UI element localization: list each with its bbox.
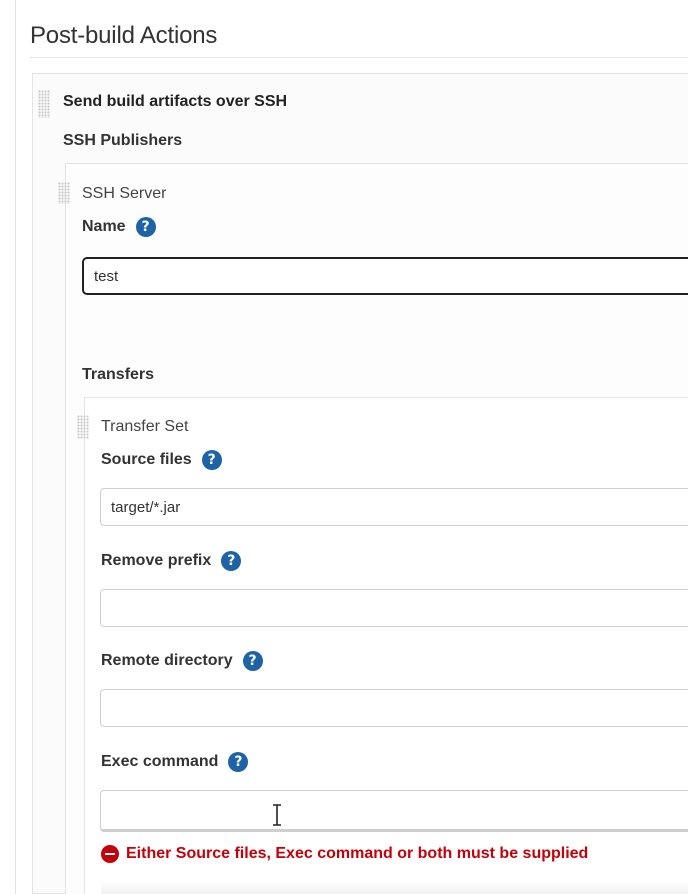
- validation-error: Either Source files, Exec command or bot…: [101, 845, 588, 863]
- source-files-label: Source files ?: [101, 450, 222, 470]
- remote-directory-label: Remote directory ?: [101, 651, 263, 671]
- name-label: Name ?: [82, 217, 156, 237]
- error-message: Either Source files, Exec command or bot…: [126, 845, 589, 862]
- exec-command-label: Exec command ?: [101, 752, 249, 772]
- exec-command-input[interactable]: [100, 790, 688, 832]
- name-label-text: Name: [82, 218, 126, 235]
- drag-handle-icon[interactable]: [38, 90, 50, 118]
- ssh-server-label: SSH Server: [82, 185, 167, 202]
- help-icon[interactable]: ?: [242, 651, 263, 671]
- remove-prefix-input[interactable]: [100, 589, 688, 627]
- help-icon[interactable]: ?: [221, 551, 242, 571]
- transfer-set-label: Transfer Set: [101, 418, 189, 435]
- drag-handle-icon[interactable]: [58, 182, 70, 204]
- remote-directory-input[interactable]: [100, 689, 688, 727]
- text-cursor-icon: [273, 804, 281, 826]
- exec-command-label-text: Exec command: [101, 753, 219, 770]
- source-files-input[interactable]: [100, 488, 688, 526]
- transfers-label: Transfers: [82, 366, 155, 383]
- help-icon[interactable]: ?: [201, 450, 222, 470]
- section-title: Post-build Actions: [30, 22, 218, 49]
- section-divider: [30, 57, 688, 58]
- error-icon: [101, 845, 119, 863]
- post-build-actions-page: Post-build Actions Send build artifacts …: [0, 0, 688, 894]
- remove-prefix-label: Remove prefix ?: [101, 551, 242, 571]
- publisher-heading: Send build artifacts over SSH: [63, 93, 288, 110]
- left-divider: [15, 0, 16, 894]
- remove-prefix-label-text: Remove prefix: [101, 552, 212, 569]
- help-icon[interactable]: ?: [135, 217, 156, 237]
- name-input[interactable]: [82, 257, 688, 295]
- ssh-publishers-label: SSH Publishers: [63, 132, 183, 149]
- cut-off-content: [101, 880, 688, 894]
- source-files-label-text: Source files: [101, 451, 192, 468]
- remote-directory-label-text: Remote directory: [101, 652, 233, 669]
- help-icon[interactable]: ?: [228, 752, 249, 772]
- drag-handle-icon[interactable]: [77, 415, 89, 439]
